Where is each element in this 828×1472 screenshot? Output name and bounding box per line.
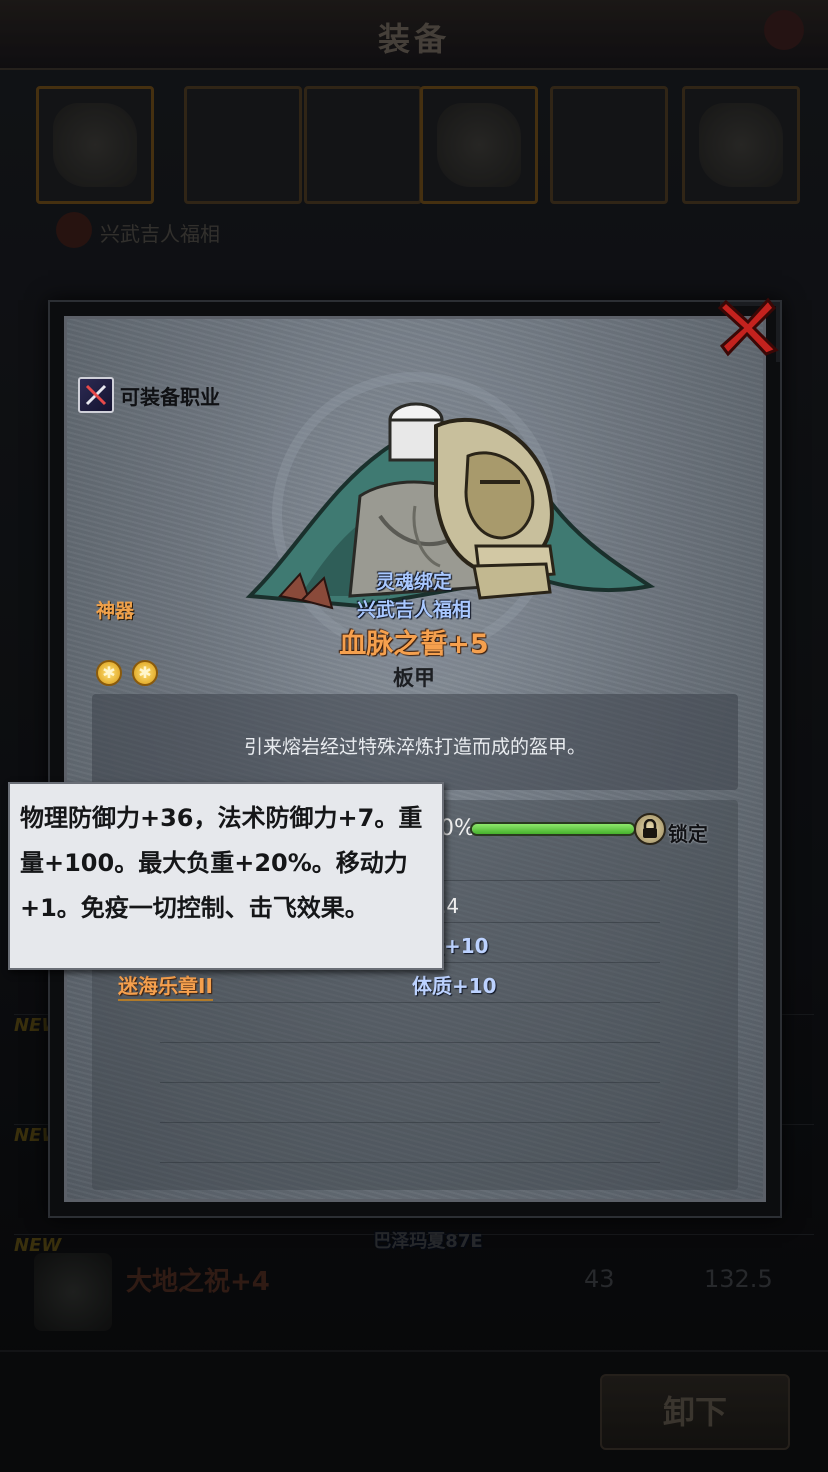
equippable-class-label: 可装备职业 bbox=[120, 384, 220, 409]
progress-bar-fill bbox=[472, 824, 634, 834]
item-owner-name: 兴武吉人福相 bbox=[356, 599, 471, 621]
item-description: 引来熔岩经过特殊淬炼打造而成的盔甲。 bbox=[243, 736, 586, 758]
lock-icon[interactable] bbox=[634, 813, 666, 845]
progress-bar bbox=[470, 822, 636, 836]
set-item-name[interactable]: 迷海乐章II bbox=[118, 970, 213, 1001]
divider bbox=[160, 1002, 660, 1003]
crossed-weapons-icon bbox=[78, 377, 114, 413]
close-icon bbox=[717, 297, 779, 357]
item-type: 板甲 bbox=[393, 666, 435, 690]
lock-label[interactable]: 锁定 bbox=[668, 818, 708, 847]
divider bbox=[160, 1122, 660, 1123]
close-button[interactable] bbox=[716, 294, 780, 358]
divider bbox=[160, 1042, 660, 1043]
bind-status: 灵魂绑定 bbox=[375, 571, 452, 593]
set-item-stat: 体质+10 bbox=[412, 974, 497, 998]
item-title: 血脉之誓+5 bbox=[339, 629, 489, 660]
equippable-class-row[interactable]: 可装备职业 bbox=[78, 376, 220, 414]
effect-tooltip: 物理防御力+36，法术防御力+7。重量+100。最大负重+20%。移动力+1。免… bbox=[8, 782, 444, 970]
tooltip-text: 物理防御力+36，法术防御力+7。重量+100。最大负重+20%。移动力+1。免… bbox=[20, 804, 423, 922]
divider bbox=[160, 1082, 660, 1083]
divider bbox=[160, 1162, 660, 1163]
